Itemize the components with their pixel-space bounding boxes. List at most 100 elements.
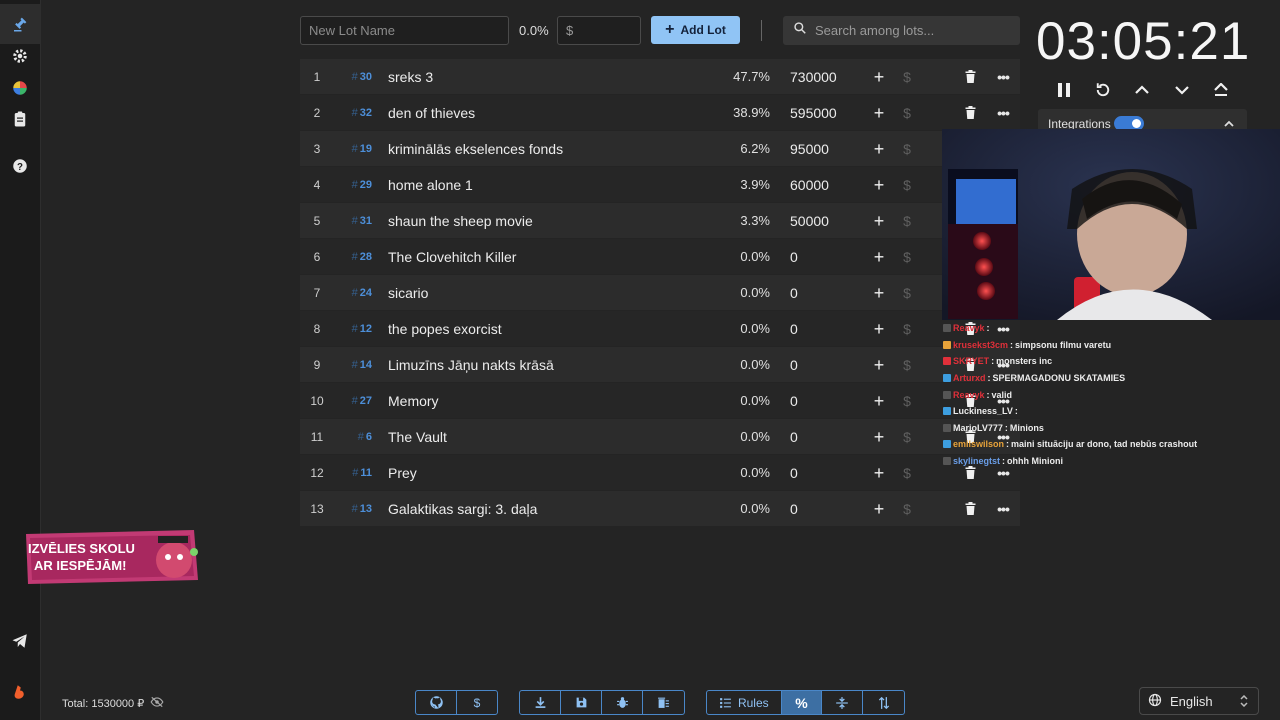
- chevron-up-icon[interactable]: [1131, 79, 1153, 101]
- dollar-icon[interactable]: $: [900, 429, 914, 445]
- lot-row[interactable]: 1 #30 sreks 3 47.7% 730000 + $ •••: [300, 59, 1020, 94]
- lot-amount[interactable]: 0: [790, 249, 798, 265]
- trash-icon[interactable]: [962, 105, 978, 121]
- lot-name[interactable]: shaun the sheep movie: [388, 213, 533, 229]
- lot-name[interactable]: Prey: [388, 465, 417, 481]
- language-select[interactable]: English: [1139, 687, 1259, 715]
- lot-id[interactable]: #31: [340, 215, 372, 227]
- lot-id[interactable]: #13: [340, 503, 372, 515]
- download-icon[interactable]: [520, 691, 561, 714]
- dollar-icon[interactable]: $: [900, 69, 914, 85]
- lot-name[interactable]: Limuzīns Jāņu nakts krāsā: [388, 357, 554, 373]
- lot-id[interactable]: #28: [340, 251, 372, 263]
- lot-row[interactable]: 6 #28 The Clovehitch Killer 0.0% 0 + $ •…: [300, 239, 1020, 274]
- pie-chart-icon[interactable]: [8, 76, 32, 100]
- dollar-icon[interactable]: $: [900, 177, 914, 193]
- donate-dollar-icon[interactable]: $: [457, 691, 497, 714]
- lot-id[interactable]: #19: [340, 143, 372, 155]
- bug-icon[interactable]: [602, 691, 643, 714]
- lot-row[interactable]: 2 #32 den of thieves 38.9% 595000 + $ ••…: [300, 95, 1020, 130]
- clear-list-icon[interactable]: [643, 691, 684, 714]
- dollar-icon[interactable]: $: [900, 393, 914, 409]
- lot-name[interactable]: Memory: [388, 393, 439, 409]
- trash-icon[interactable]: [962, 501, 978, 517]
- lot-amount[interactable]: 60000: [790, 177, 829, 193]
- lot-amount-input[interactable]: [557, 16, 641, 45]
- lot-name[interactable]: The Clovehitch Killer: [388, 249, 516, 265]
- add-amount-icon[interactable]: +: [871, 176, 887, 194]
- search-input[interactable]: [815, 23, 1005, 38]
- boosty-icon[interactable]: [8, 680, 32, 704]
- lot-name[interactable]: The Vault: [388, 429, 447, 445]
- more-options-icon[interactable]: •••: [994, 69, 1012, 85]
- lot-amount[interactable]: 0: [790, 393, 798, 409]
- lot-row[interactable]: 7 #24 sicario 0.0% 0 + $ •••: [300, 275, 1020, 310]
- more-options-icon[interactable]: •••: [994, 105, 1012, 121]
- lot-amount[interactable]: 95000: [790, 141, 829, 157]
- lot-amount[interactable]: 0: [790, 429, 798, 445]
- lot-row[interactable]: 12 #11 Prey 0.0% 0 + $ •••: [300, 455, 1020, 490]
- add-amount-icon[interactable]: +: [871, 104, 887, 122]
- percent-toggle-icon[interactable]: %: [781, 691, 823, 714]
- dollar-icon[interactable]: $: [900, 285, 914, 301]
- github-icon[interactable]: [416, 691, 457, 714]
- restart-icon[interactable]: [1092, 79, 1114, 101]
- lot-row[interactable]: 5 #31 shaun the sheep movie 3.3% 50000 +…: [300, 203, 1020, 238]
- add-amount-icon[interactable]: +: [871, 356, 887, 374]
- lot-id[interactable]: #32: [340, 107, 372, 119]
- lot-amount[interactable]: 0: [790, 465, 798, 481]
- compact-view-icon[interactable]: [822, 691, 864, 714]
- lot-name[interactable]: the popes exorcist: [388, 321, 502, 337]
- auction-icon[interactable]: [0, 4, 40, 44]
- sort-icon[interactable]: [863, 691, 904, 714]
- search-box[interactable]: [783, 16, 1020, 45]
- lot-name-input[interactable]: [300, 16, 509, 45]
- lot-name[interactable]: home alone 1: [388, 177, 473, 193]
- dollar-icon[interactable]: $: [900, 141, 914, 157]
- lot-id[interactable]: #29: [340, 179, 372, 191]
- eye-off-icon[interactable]: [150, 696, 164, 711]
- add-amount-icon[interactable]: +: [871, 248, 887, 266]
- dollar-icon[interactable]: $: [900, 321, 914, 337]
- lot-amount[interactable]: 730000: [790, 69, 837, 85]
- lot-row[interactable]: 11 #6 The Vault 0.0% 0 + $ •••: [300, 419, 1020, 454]
- lot-id[interactable]: #24: [340, 287, 372, 299]
- double-chevron-up-icon[interactable]: [1210, 79, 1232, 101]
- add-amount-icon[interactable]: +: [871, 428, 887, 446]
- dollar-icon[interactable]: $: [900, 249, 914, 265]
- lot-row[interactable]: 9 #14 Limuzīns Jāņu nakts krāsā 0.0% 0 +…: [300, 347, 1020, 382]
- save-icon[interactable]: [561, 691, 602, 714]
- lot-row[interactable]: 4 #29 home alone 1 3.9% 60000 + $ •••: [300, 167, 1020, 202]
- dollar-icon[interactable]: $: [900, 213, 914, 229]
- lot-name[interactable]: kriminālās ekselences fonds: [388, 141, 563, 157]
- add-amount-icon[interactable]: +: [871, 500, 887, 518]
- lot-name[interactable]: den of thieves: [388, 105, 475, 121]
- add-amount-icon[interactable]: +: [871, 212, 887, 230]
- more-options-icon[interactable]: •••: [994, 501, 1012, 517]
- add-amount-icon[interactable]: +: [871, 464, 887, 482]
- lot-id[interactable]: #27: [340, 395, 372, 407]
- dollar-icon[interactable]: $: [900, 357, 914, 373]
- clipboard-icon[interactable]: [8, 107, 32, 131]
- lot-amount[interactable]: 50000: [790, 213, 829, 229]
- lot-id[interactable]: #12: [340, 323, 372, 335]
- dollar-icon[interactable]: $: [900, 501, 914, 517]
- lot-name[interactable]: sicario: [388, 285, 428, 301]
- promo-banner[interactable]: IZVĒLIES SKOLU AR IESPĒJĀM!: [24, 530, 200, 584]
- lot-id[interactable]: #6: [340, 431, 372, 443]
- add-amount-icon[interactable]: +: [871, 140, 887, 158]
- lot-row[interactable]: 13 #13 Galaktikas sargi: 3. daļa 0.0% 0 …: [300, 491, 1020, 526]
- gear-icon[interactable]: [8, 44, 32, 68]
- trash-icon[interactable]: [962, 69, 978, 85]
- add-amount-icon[interactable]: +: [871, 392, 887, 410]
- lot-amount[interactable]: 0: [790, 321, 798, 337]
- lot-amount[interactable]: 0: [790, 357, 798, 373]
- help-icon[interactable]: ?: [8, 154, 32, 178]
- lot-row[interactable]: 10 #27 Memory 0.0% 0 + $ •••: [300, 383, 1020, 418]
- lot-amount[interactable]: 0: [790, 285, 798, 301]
- telegram-icon[interactable]: [8, 629, 32, 653]
- lot-id[interactable]: #30: [340, 71, 372, 83]
- lot-name[interactable]: Galaktikas sargi: 3. daļa: [388, 501, 537, 517]
- add-amount-icon[interactable]: +: [871, 68, 887, 86]
- add-amount-icon[interactable]: +: [871, 284, 887, 302]
